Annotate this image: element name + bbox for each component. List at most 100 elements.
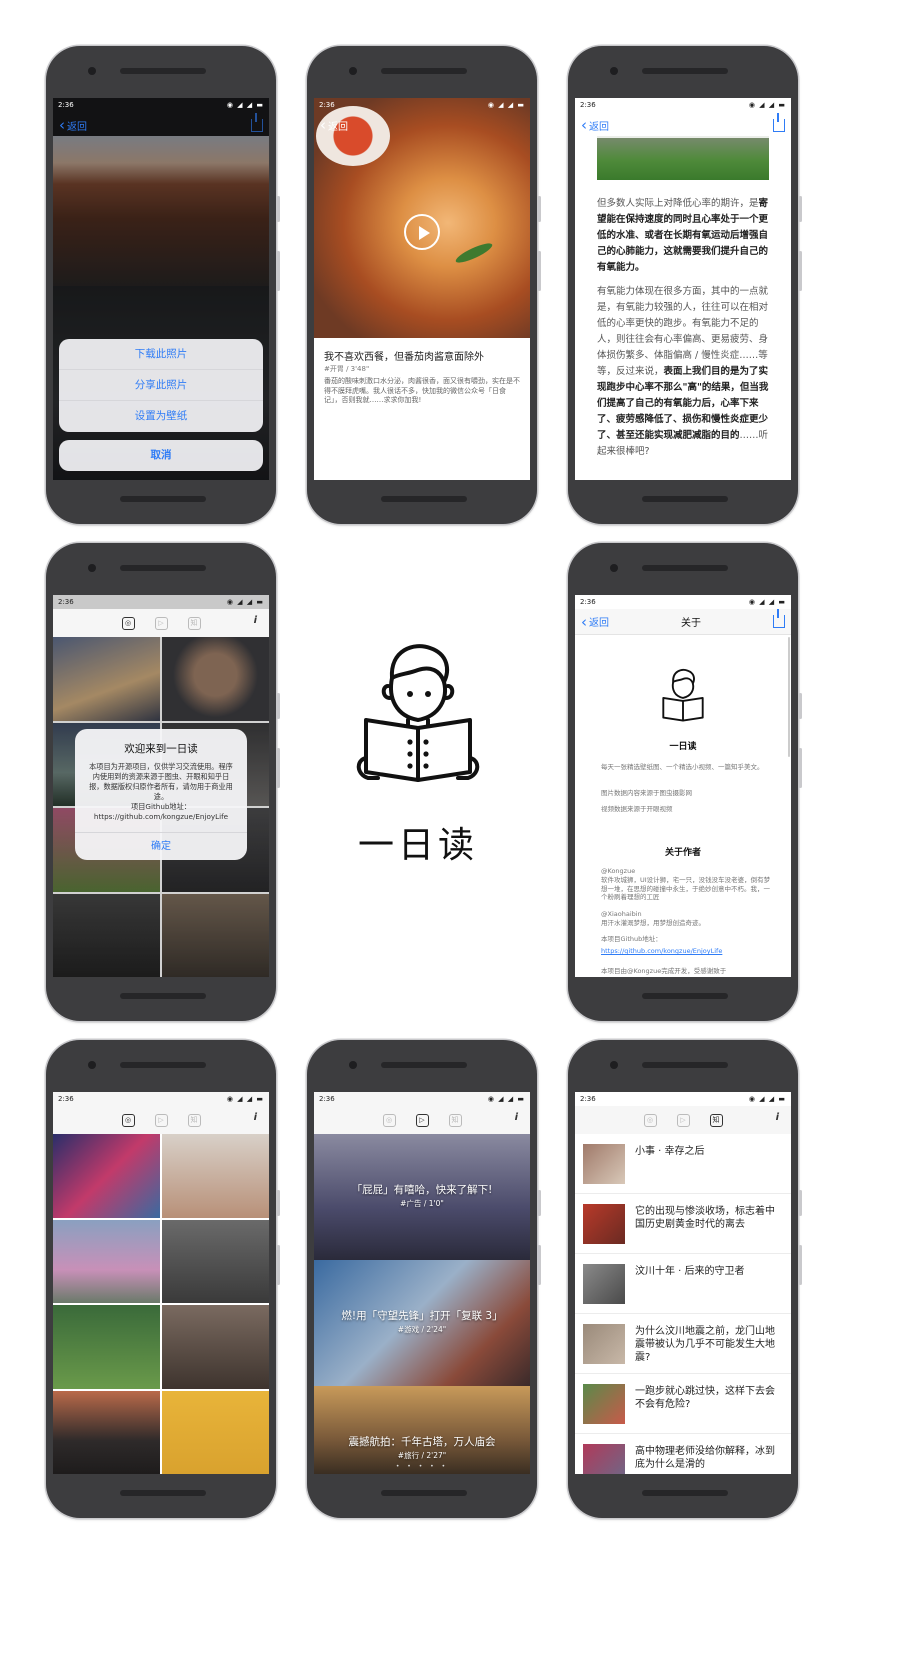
- side-button: [277, 693, 280, 719]
- video-tab-icon[interactable]: ▷: [415, 1113, 429, 1127]
- photo-tile[interactable]: [53, 1134, 160, 1218]
- back-label: 返回: [67, 121, 87, 133]
- video-detail-screen: 2:36 ◉ ◢ ◢ ▬ ‹ 返回 我不喜欢西餐，但番茄肉酱意面除外 #开胃 / 3…: [314, 98, 530, 480]
- article-body: 但多数人实际上对降低心率的期许，是寄望能在保持速度的同时且心率处于一个更低的水准…: [597, 196, 773, 468]
- list-item[interactable]: 小事 · 幸存之后: [575, 1134, 791, 1194]
- tab-bar: ◎ ▷ 知: [314, 1106, 530, 1134]
- phone-7: 2:36 ◉ ◢ ◢ ▬ ◎ ▷ 知 i: [46, 1040, 280, 1518]
- phone-8: 2:36 ◉ ◢ ◢ ▬ ◎ ▷ 知 i 「屁屁」有嘻哈，快来了解下! #广告 /…: [307, 1040, 541, 1518]
- nav-bar: ‹ 返回: [575, 112, 791, 138]
- photo-tile[interactable]: [53, 1219, 160, 1303]
- list-item[interactable]: 高中物理老师没给你解释，冰到底为什么是滑的: [575, 1434, 791, 1474]
- photo-detail-screen: 2:36 ◉ ◢ ◢ ▬ ‹ 返回 下载此照片 分享此照片 设置为壁纸 取消: [53, 98, 269, 480]
- back-button[interactable]: ‹ 返回: [581, 118, 609, 133]
- app-logo: [356, 644, 480, 782]
- side-button: [277, 1190, 280, 1216]
- photo-tile[interactable]: [162, 1390, 269, 1474]
- info-icon[interactable]: i: [515, 1112, 518, 1123]
- about-intro: 每天一张精选壁纸图、一个精选小视频、一篇知乎美文。: [601, 763, 764, 771]
- back-button[interactable]: ‹ 返回: [59, 118, 87, 133]
- status-bar: 2:36 ◉ ◢ ◢ ▬: [314, 1092, 530, 1106]
- side-button: [538, 1190, 541, 1216]
- status-time: 2:36: [58, 1095, 74, 1103]
- welcome-alert: 欢迎来到一日读 本项目为开源项目，仅供学习交流使用。程序内使用到的资源来源于图虫…: [75, 729, 247, 860]
- phone-2: 2:36 ◉ ◢ ◢ ▬ ‹ 返回 我不喜欢西餐，但番茄肉酱意面除外 #开胃 / 3…: [307, 46, 541, 524]
- speaker: [120, 565, 206, 571]
- photo-tab-icon[interactable]: ◎: [121, 1113, 135, 1127]
- article-tab-icon[interactable]: 知: [709, 1113, 723, 1127]
- video-card-title: 「屁屁」有嘻哈，快来了解下!: [351, 1184, 493, 1196]
- photo-tab-icon[interactable]: ◎: [382, 1113, 396, 1127]
- article-tab-icon[interactable]: 知: [187, 1113, 201, 1127]
- speaker: [642, 993, 728, 999]
- list-item[interactable]: 它的出现与惨淡收场，标志着中国历史剧黄金时代的离去: [575, 1194, 791, 1254]
- back-button[interactable]: ‹ 返回: [320, 118, 348, 133]
- share-icon[interactable]: [773, 609, 785, 628]
- video-tab-icon[interactable]: ▷: [154, 1113, 168, 1127]
- status-bar: 2:36 ◉ ◢ ◢ ▬: [53, 98, 269, 112]
- alert-ok-button[interactable]: 确定: [75, 832, 247, 860]
- camera: [610, 564, 618, 572]
- article-tab-icon[interactable]: 知: [187, 616, 201, 630]
- side-button: [799, 693, 802, 719]
- phone-6: 2:36 ◉ ◢ ◢ ▬ ‹ 返回 关于 一日读 每天一张精选壁纸图、一个精选小视频…: [568, 543, 802, 1021]
- video-card-meta: #旅行 / 2'27": [397, 1451, 447, 1460]
- list-item[interactable]: 一跑步就心跳过快，这样下去会不会有危险?: [575, 1374, 791, 1434]
- status-bar: 2:36 ◉ ◢ ◢ ▬: [53, 1092, 269, 1106]
- alert-message-text: 本项目为开源项目，仅供学习交流使用。程序内使用到的资源来源于图虫、开眼和知乎日报…: [89, 762, 233, 801]
- status-bar: 2:36 ◉ ◢ ◢ ▬: [575, 98, 791, 112]
- info-icon[interactable]: i: [254, 615, 257, 626]
- camera: [88, 1061, 96, 1069]
- volume-button: [799, 251, 802, 291]
- video-card[interactable]: 震撼航拍：千年古塔，万人庙会 #旅行 / 2'27" • • • • •: [314, 1386, 530, 1474]
- photo-tab-icon[interactable]: ◎: [121, 616, 135, 630]
- nav-bar: ‹ 返回: [314, 112, 530, 138]
- photo-tile[interactable]: [162, 1305, 269, 1389]
- photo-tile[interactable]: [162, 1134, 269, 1218]
- about-app-name: 一日读: [669, 742, 697, 752]
- video-tab-icon[interactable]: ▷: [154, 616, 168, 630]
- camera: [610, 67, 618, 75]
- download-photo-option[interactable]: 下载此照片: [59, 339, 263, 370]
- video-list-screen: 2:36 ◉ ◢ ◢ ▬ ◎ ▷ 知 i 「屁屁」有嘻哈，快来了解下! #广告 /…: [314, 1092, 530, 1474]
- scrollbar[interactable]: [788, 637, 790, 757]
- play-icon[interactable]: [404, 214, 440, 250]
- status-time: 2:36: [319, 1095, 335, 1103]
- speaker: [381, 496, 467, 502]
- chevron-left-icon: ‹: [320, 116, 326, 134]
- about-footer: 本项目由@Kongzue完成开发，受感谢致于: [601, 967, 727, 975]
- status-time: 2:36: [58, 101, 74, 109]
- back-button[interactable]: ‹ 返回: [581, 614, 609, 629]
- share-photo-option[interactable]: 分享此照片: [59, 370, 263, 401]
- status-indicators: ◉ ◢ ◢ ▬: [487, 101, 525, 109]
- status-time: 2:36: [58, 598, 74, 606]
- status-time: 2:36: [580, 1095, 596, 1103]
- photo-tile[interactable]: [53, 1390, 160, 1474]
- list-item[interactable]: 为什么汶川地震之前，龙门山地震带被认为几乎不可能发生大地震?: [575, 1314, 791, 1374]
- about-video-source: 视频数据来源于开眼视频: [601, 805, 673, 813]
- share-icon[interactable]: [773, 112, 785, 132]
- speaker: [642, 1490, 728, 1496]
- video-card[interactable]: 燃!用「守望先锋」打开「复联 3」 #游戏 / 2'24": [314, 1260, 530, 1386]
- status-indicators: ◉ ◢ ◢ ▬: [748, 101, 786, 109]
- speaker: [381, 68, 467, 74]
- article-thumbnail: [583, 1144, 625, 1184]
- article-title: 为什么汶川地震之前，龙门山地震带被认为几乎不可能发生大地震?: [635, 1326, 775, 1363]
- video-card-title: 燃!用「守望先锋」打开「复联 3」: [341, 1310, 503, 1322]
- photo-tile[interactable]: [162, 1219, 269, 1303]
- info-icon[interactable]: i: [254, 1112, 257, 1123]
- author-name: @Xiaohaibin: [601, 910, 642, 918]
- photo-tile[interactable]: [53, 1305, 160, 1389]
- share-icon[interactable]: [251, 112, 263, 132]
- cancel-button[interactable]: 取消: [59, 440, 263, 471]
- article-tab-icon[interactable]: 知: [448, 1113, 462, 1127]
- list-item[interactable]: 汶川十年 · 后来的守卫者: [575, 1254, 791, 1314]
- github-link[interactable]: https://github.com/kongzue/EnjoyLife: [601, 947, 771, 956]
- set-wallpaper-option[interactable]: 设置为壁纸: [59, 401, 263, 432]
- video-tab-icon[interactable]: ▷: [676, 1113, 690, 1127]
- photo-tab-icon[interactable]: ◎: [643, 1113, 657, 1127]
- article-thumbnail: [583, 1264, 625, 1304]
- video-card-meta: #广告 / 1'0": [400, 1199, 444, 1208]
- info-icon[interactable]: i: [776, 1112, 779, 1123]
- video-card[interactable]: 「屁屁」有嘻哈，快来了解下! #广告 / 1'0": [314, 1134, 530, 1260]
